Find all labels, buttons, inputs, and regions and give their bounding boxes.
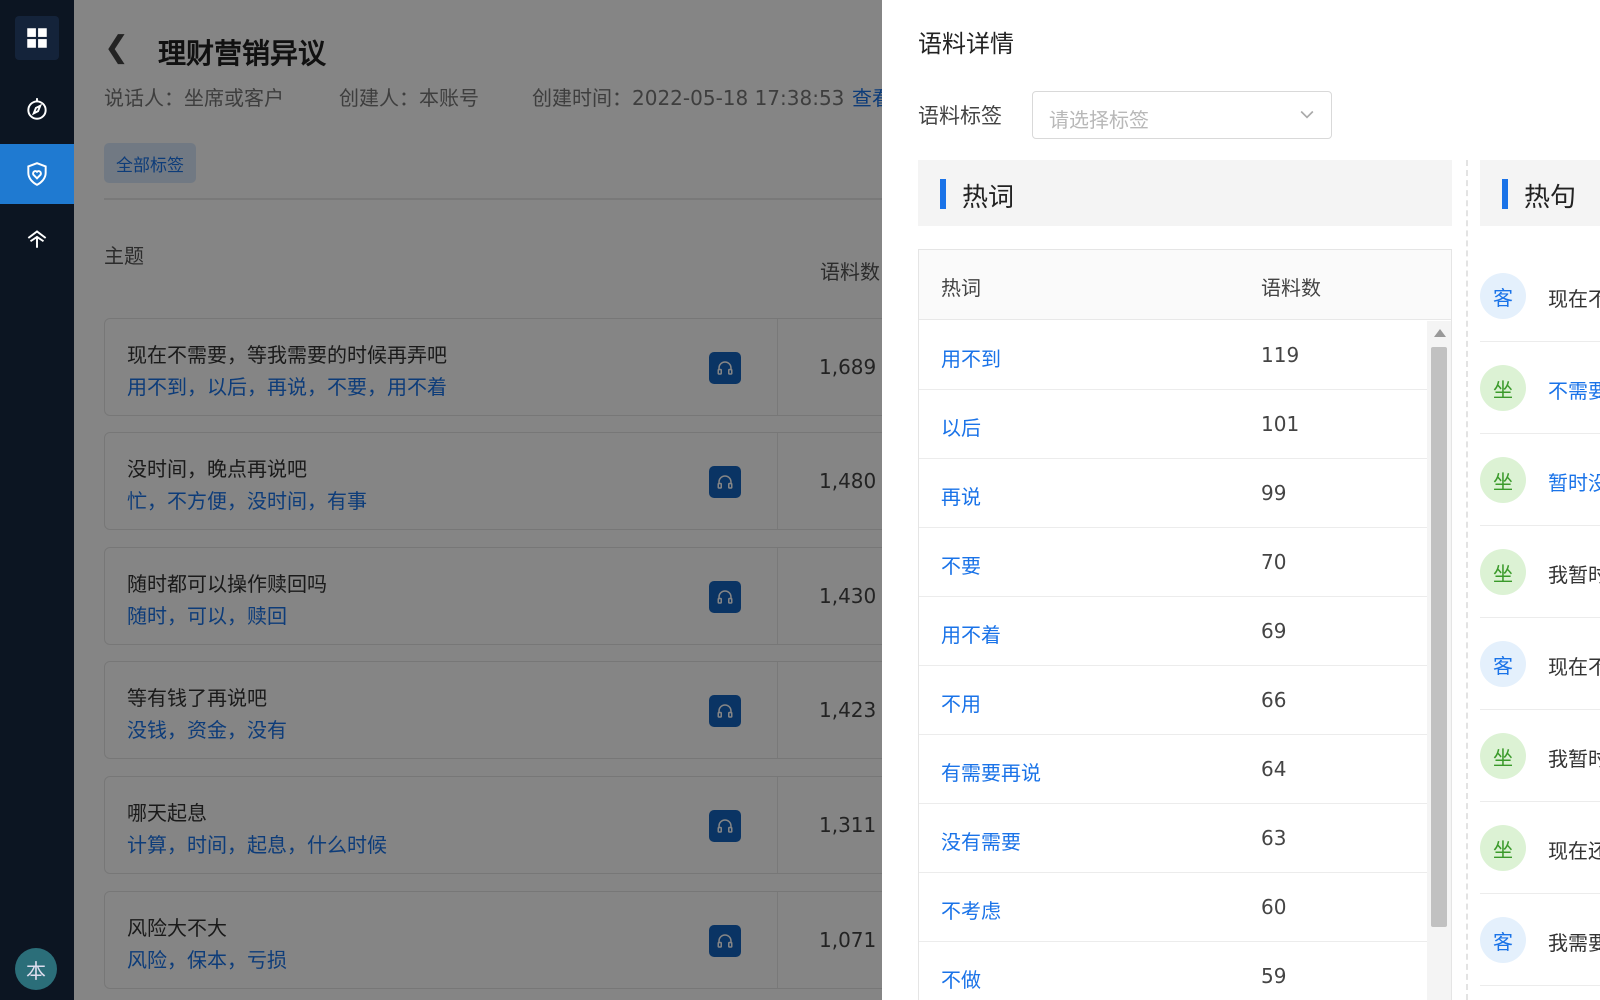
list-item[interactable]: 客现在不 xyxy=(1480,618,1600,710)
hotword-count: 60 xyxy=(1261,895,1287,919)
sentence-text: 我暂时 xyxy=(1548,563,1600,587)
speaker-badge: 坐 xyxy=(1480,549,1526,595)
hotword-link[interactable]: 不做 xyxy=(941,964,981,993)
table-row: 以后 101 xyxy=(919,390,1427,459)
table-row: 再说 99 xyxy=(919,459,1427,528)
speaker-badge: 客 xyxy=(1480,917,1526,963)
table-row: 有需要再说 64 xyxy=(919,735,1427,804)
table-scrollbar[interactable] xyxy=(1427,321,1451,1000)
sentence-text: 现在不 xyxy=(1548,655,1600,679)
modal-mask[interactable] xyxy=(74,0,882,1000)
list-item[interactable]: 坐我暂时 xyxy=(1480,526,1600,618)
nav-home[interactable] xyxy=(0,8,74,68)
sentence-text: 我需要 xyxy=(1548,931,1600,955)
hotword-link[interactable]: 没有需要 xyxy=(941,826,1021,855)
list-item[interactable]: 坐我暂时 xyxy=(1480,710,1600,802)
hotword-count: 63 xyxy=(1261,826,1287,850)
sentence-text: 我暂时 xyxy=(1548,747,1600,771)
list-item[interactable]: 客现在不 xyxy=(1480,250,1600,342)
select-placeholder: 请选择标签 xyxy=(1049,108,1149,132)
hotword-link[interactable]: 不要 xyxy=(941,550,981,579)
shield-heart-icon xyxy=(27,162,47,186)
hot-sentences-section-header: 热句 xyxy=(1480,160,1600,226)
list-item[interactable]: 客我需要 xyxy=(1480,894,1600,986)
nav-insight[interactable] xyxy=(0,144,74,204)
hotword-count: 64 xyxy=(1261,757,1287,781)
grid-icon xyxy=(15,16,59,60)
hotword-link[interactable]: 再说 xyxy=(941,481,981,510)
sentence-text: 现在还 xyxy=(1548,839,1600,863)
speaker-badge: 坐 xyxy=(1480,365,1526,411)
hotword-count: 70 xyxy=(1261,550,1287,574)
cloud-icon xyxy=(27,230,47,248)
speaker-badge: 坐 xyxy=(1480,733,1526,779)
user-avatar[interactable]: 本 xyxy=(15,948,57,990)
hotword-link[interactable]: 用不到 xyxy=(941,343,1001,372)
table-row: 不考虑 60 xyxy=(919,873,1427,942)
hotword-link[interactable]: 不考虑 xyxy=(941,895,1001,924)
count-column-header: 语料数 xyxy=(1261,276,1321,300)
hotword-link[interactable]: 用不着 xyxy=(941,619,1001,648)
list-item[interactable]: 坐暂时没 xyxy=(1480,434,1600,526)
sentence-text: 不需要 xyxy=(1548,379,1600,403)
hotwords-section-title: 热词 xyxy=(962,183,1015,213)
sidebar: 本 xyxy=(0,0,74,1000)
hotword-count: 119 xyxy=(1261,343,1300,367)
table-row: 用不到 119 xyxy=(919,321,1427,390)
hotword-count: 101 xyxy=(1261,412,1300,436)
label-field-label: 语料标签 xyxy=(918,104,1002,128)
hot-sentences-section-title: 热句 xyxy=(1524,183,1577,213)
drawer-title: 语料详情 xyxy=(918,30,1014,58)
table-row: 不要 70 xyxy=(919,528,1427,597)
speaker-badge: 客 xyxy=(1480,273,1526,319)
scrollbar-thumb[interactable] xyxy=(1431,347,1447,927)
table-row: 用不着 69 xyxy=(919,597,1427,666)
table-row: 不做 59 xyxy=(919,942,1427,1000)
table-row: 不用 66 xyxy=(919,666,1427,735)
hotwords-table-header: 热词 语料数 xyxy=(919,250,1451,320)
hotword-link[interactable]: 不用 xyxy=(941,688,981,717)
chevron-down-icon xyxy=(1300,110,1314,119)
table-row: 没有需要 63 xyxy=(919,804,1427,873)
hotword-column-header: 热词 xyxy=(941,276,981,300)
speaker-badge: 坐 xyxy=(1480,825,1526,871)
hotword-count: 66 xyxy=(1261,688,1287,712)
nav-compass[interactable] xyxy=(0,79,74,139)
sentence-text: 暂时没 xyxy=(1548,471,1600,495)
scroll-up-icon[interactable] xyxy=(1434,329,1446,337)
list-item[interactable]: 坐现在还 xyxy=(1480,802,1600,894)
list-item[interactable]: 坐不需要 xyxy=(1480,342,1600,434)
hotword-count: 59 xyxy=(1261,964,1287,988)
sentence-text: 现在不 xyxy=(1548,287,1600,311)
hotword-count: 99 xyxy=(1261,481,1287,505)
speaker-badge: 坐 xyxy=(1480,457,1526,503)
hotword-count: 69 xyxy=(1261,619,1287,643)
speaker-badge: 客 xyxy=(1480,641,1526,687)
corpus-detail-drawer: 语料详情 语料标签 请选择标签 热词 热句 热词 语料数 用不到 119 以后 10… xyxy=(882,0,1600,1000)
compass-icon xyxy=(27,98,47,120)
hotword-link[interactable]: 以后 xyxy=(941,412,981,441)
nav-upload[interactable] xyxy=(0,208,74,268)
hotword-link[interactable]: 有需要再说 xyxy=(941,757,1041,786)
section-divider xyxy=(1466,160,1468,1000)
hotwords-section-header: 热词 xyxy=(918,160,1452,226)
tag-select[interactable]: 请选择标签 xyxy=(1032,91,1332,139)
hotwords-table: 热词 语料数 用不到 119 以后 101 再说 99 不要 70 用不着 69 不用 66… xyxy=(918,249,1452,1000)
